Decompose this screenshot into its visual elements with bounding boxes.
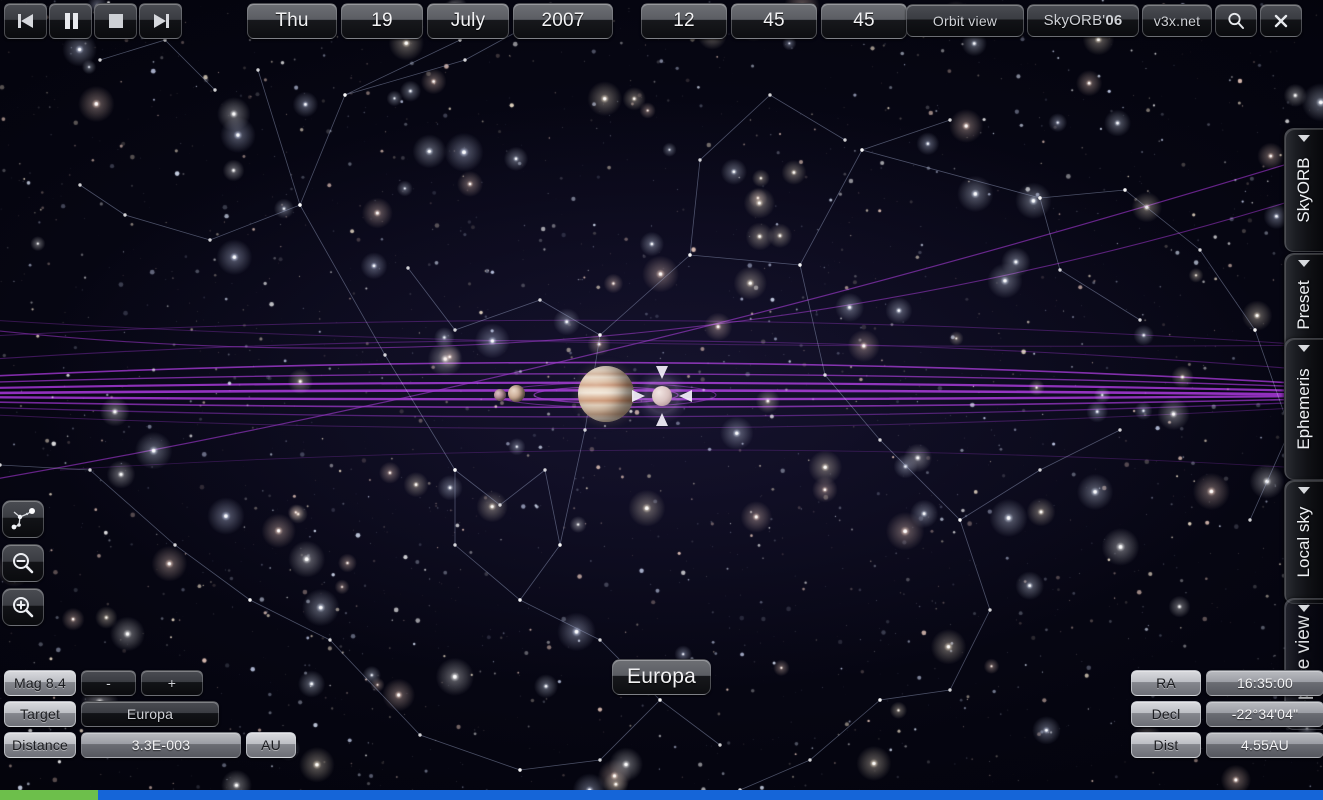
planet-jupiter[interactable]: [578, 366, 634, 422]
reticle-marker-right: [679, 390, 692, 402]
dist-label: Dist: [1131, 732, 1201, 758]
moon-io[interactable]: [508, 385, 525, 402]
date-controls: Thu 19 July 2007: [247, 3, 613, 39]
constellation-icon: [11, 508, 35, 530]
zoom-out-button[interactable]: [2, 544, 44, 582]
ra-value: 16:35:00: [1206, 670, 1323, 696]
zoom-in-icon: [13, 597, 34, 618]
dist-value: 4.55AU: [1206, 732, 1323, 758]
time-minutes-field[interactable]: 45: [731, 3, 817, 39]
top-right-controls: Orbit view SkyORB' 06 v3x.net: [906, 4, 1302, 37]
pause-button[interactable]: [49, 3, 92, 39]
magnitude-label: Mag 8.4: [4, 670, 76, 696]
step-forward-button[interactable]: [139, 3, 182, 39]
close-icon: [1274, 14, 1288, 27]
magnitude-row: Mag 8.4 - +: [4, 670, 296, 696]
reticle-marker-left: [632, 390, 645, 402]
date-year-field[interactable]: 2007: [513, 3, 613, 39]
decl-value: -22°34'04": [1206, 701, 1323, 727]
coordinates-panel: RA 16:35:00 Decl -22°34'04" Dist 4.55AU: [1131, 670, 1323, 763]
reticle-marker-bottom: [656, 413, 668, 426]
ra-label: RA: [1131, 670, 1201, 696]
date-month-field[interactable]: July: [427, 3, 509, 39]
chevron-down-icon: [1298, 605, 1310, 612]
search-icon: [1228, 12, 1244, 29]
target-label: Target: [4, 701, 76, 727]
chevron-down-icon: [1298, 135, 1310, 142]
app-brand-button[interactable]: SkyORB' 06: [1027, 4, 1139, 37]
sidebar-tab-skyorb[interactable]: SkyORB: [1284, 128, 1323, 252]
vendor-link-button[interactable]: v3x.net: [1142, 4, 1212, 37]
selection-reticle: [632, 366, 692, 426]
status-progress-segment: [0, 790, 98, 800]
constellations-toggle[interactable]: [2, 500, 44, 538]
sidebar-tab-local-sky[interactable]: Local sky: [1284, 480, 1323, 604]
left-toolbar: [2, 500, 44, 626]
chevron-down-icon: [1298, 260, 1310, 267]
zoom-out-icon: [13, 553, 34, 574]
chevron-down-icon: [1298, 487, 1310, 494]
target-value[interactable]: Europa: [81, 701, 219, 727]
object-info-panel: Mag 8.4 - + Target Europa Distance 3.3E-…: [4, 670, 296, 763]
transport-controls: [4, 3, 182, 39]
step-backward-button[interactable]: [4, 3, 47, 39]
top-toolbar: Thu 19 July 2007 12 45 45 Orbit view Sky…: [0, 0, 1323, 42]
app-brand-year: 06: [1105, 12, 1123, 29]
decl-label: Decl: [1131, 701, 1201, 727]
date-weekday-field[interactable]: Thu: [247, 3, 337, 39]
chevron-down-icon: [1298, 345, 1310, 352]
sidebar-tab-label: SkyORB: [1294, 157, 1313, 223]
search-button[interactable]: [1215, 4, 1257, 37]
distance-row: Distance 3.3E-003 AU: [4, 732, 296, 758]
reticle-marker-top: [656, 366, 668, 379]
sidebar-tab-label: Ephemeris: [1294, 368, 1313, 450]
stop-button[interactable]: [94, 3, 137, 39]
target-row: Target Europa: [4, 701, 296, 727]
stop-icon: [108, 14, 123, 28]
zoom-in-button[interactable]: [2, 588, 44, 626]
app-brand-name: SkyORB': [1043, 12, 1106, 29]
dist-row: Dist 4.55AU: [1131, 732, 1323, 758]
magnitude-decrease-button[interactable]: -: [81, 670, 136, 696]
close-button[interactable]: [1260, 4, 1302, 37]
decl-row: Decl -22°34'04": [1131, 701, 1323, 727]
distance-label: Distance: [4, 732, 76, 758]
status-bar: [0, 790, 1323, 800]
view-mode-button[interactable]: Orbit view: [906, 4, 1024, 37]
distance-unit[interactable]: AU: [246, 732, 296, 758]
time-seconds-field[interactable]: 45: [821, 3, 907, 39]
sidebar-tab-label: Preset: [1294, 280, 1313, 330]
step-backward-icon: [17, 14, 33, 28]
time-hours-field[interactable]: 12: [641, 3, 727, 39]
moon-inner[interactable]: [494, 389, 506, 401]
step-forward-icon: [153, 14, 169, 28]
skyorb-window: Europa Thu 19 July 2007 12 45 45 Orbit v…: [0, 0, 1323, 800]
time-controls: 12 45 45: [641, 3, 907, 39]
magnitude-increase-button[interactable]: +: [141, 670, 203, 696]
distance-value[interactable]: 3.3E-003: [81, 732, 241, 758]
selected-object-label[interactable]: Europa: [612, 659, 711, 695]
sidebar-tab-label: Local sky: [1294, 506, 1313, 578]
sidebar-tab-ephemeris[interactable]: Ephemeris: [1284, 338, 1323, 480]
pause-icon: [64, 13, 78, 29]
date-day-field[interactable]: 19: [341, 3, 423, 39]
ra-row: RA 16:35:00: [1131, 670, 1323, 696]
